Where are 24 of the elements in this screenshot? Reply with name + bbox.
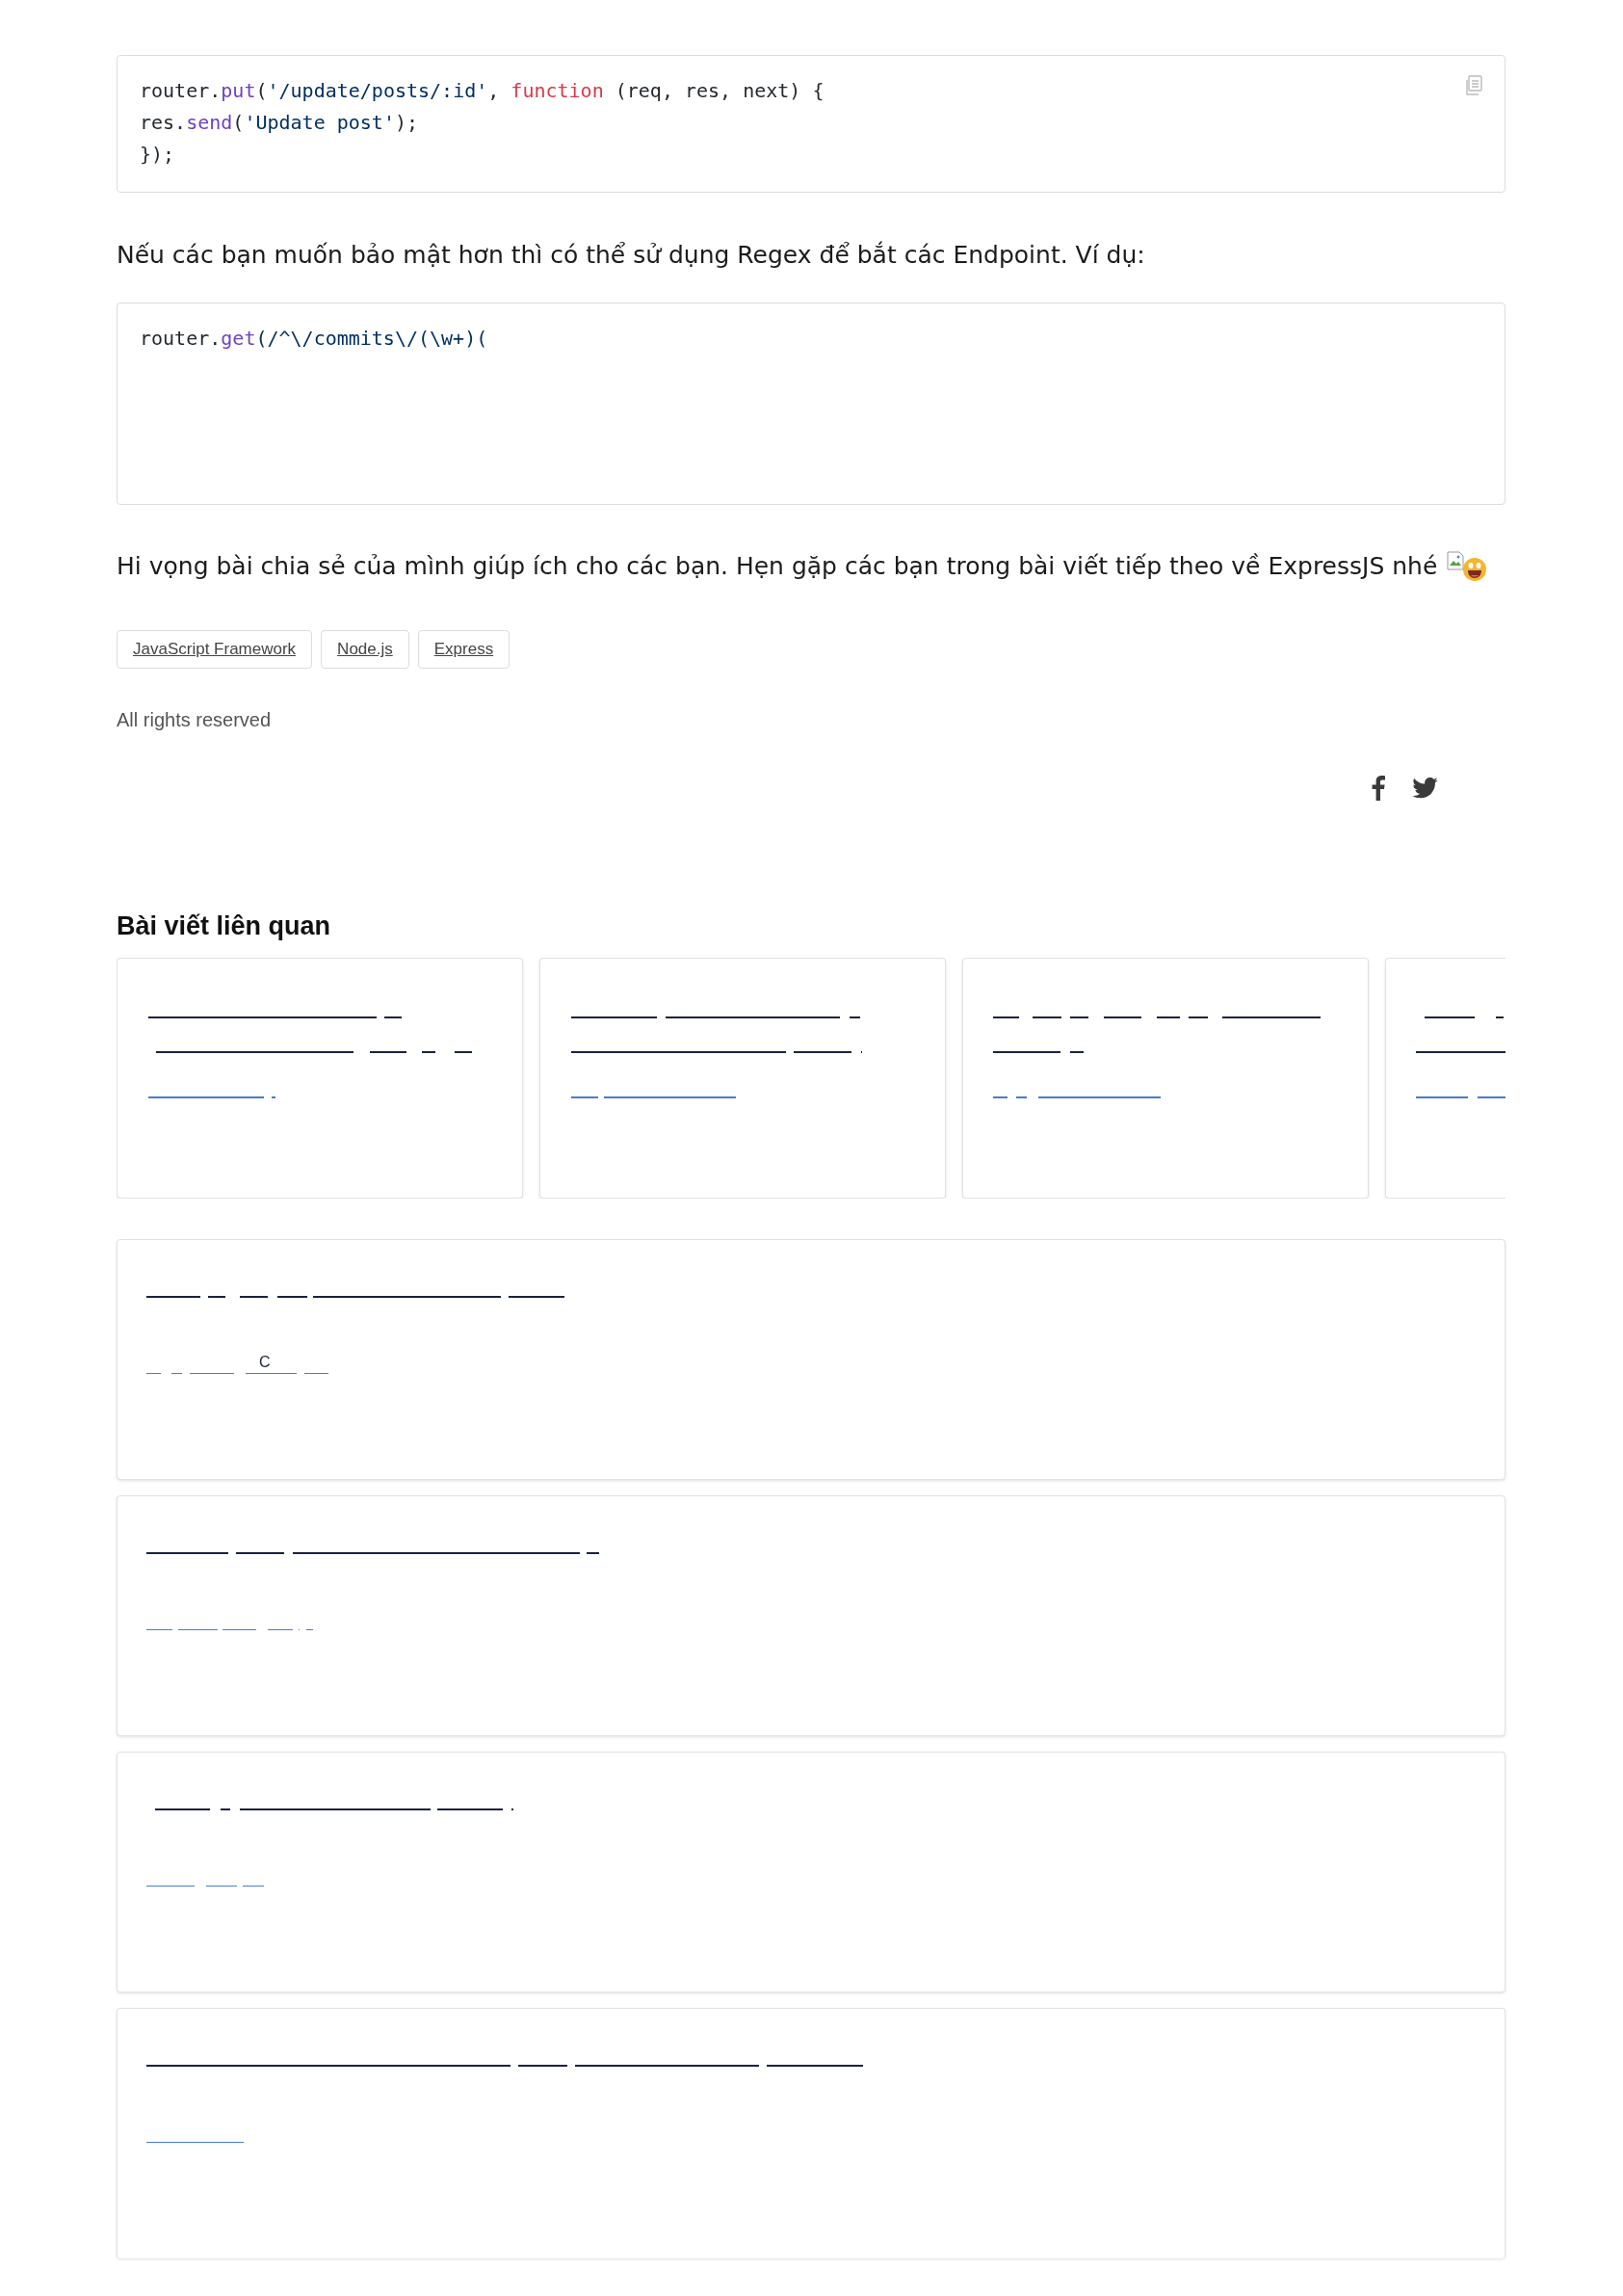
license-text: All rights reserved [117,708,272,732]
post-card[interactable] [117,1494,1505,1736]
section-heading: Bài viết liên quan [117,910,331,942]
tag-link[interactable]: Node.js [321,630,409,669]
paragraph: Hi vọng bài chia sẻ của mình giúp ích cho các bạn. Hẹn gặp các bạn trong bài viết tiếp theo về ExpressJS nhé [117,551,1438,582]
post-card[interactable] [117,2007,1505,2258]
tag-link[interactable]: Express [417,630,510,669]
copy-icon [1464,75,1483,96]
twitter-icon[interactable] [1412,778,1438,799]
code-line: router.put('/update/posts/:id', function (req, res, next) { [140,78,825,104]
broken-image-icon [1447,551,1465,570]
tag-link[interactable]: JavaScript Framework [117,630,313,669]
code-line: res.send('Update post'); [140,110,419,136]
post-card[interactable]: C [117,1238,1505,1480]
paragraph: Nếu các bạn muốn bảo mật hơn thì có thể sử dụng Regex để bắt các Endpoint. Ví dụ: [117,240,1145,271]
related-post-card[interactable] [539,957,946,1199]
grinning-emoji-icon [1462,557,1488,582]
post-card[interactable] [117,1751,1505,1993]
facebook-icon[interactable] [1372,776,1385,801]
text-fragment: C [259,1353,271,1371]
code-line: }); [140,142,175,168]
code-line: router.get(/^\/commits\/(\w+)( [140,326,488,352]
related-post-card[interactable] [962,957,1369,1199]
related-post-card[interactable] [117,957,523,1199]
